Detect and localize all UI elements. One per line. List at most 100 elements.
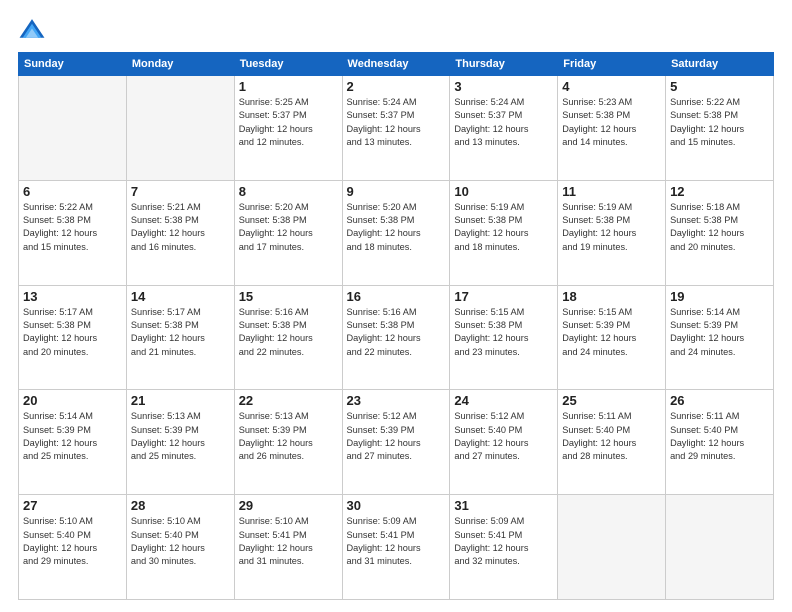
calendar-cell: 13 Sunrise: 5:17 AMSunset: 5:38 PMDayligh… bbox=[19, 285, 127, 390]
calendar-cell: 18 Sunrise: 5:15 AMSunset: 5:39 PMDayligh… bbox=[558, 285, 666, 390]
day-number: 9 bbox=[347, 184, 446, 199]
day-info: Sunrise: 5:22 AMSunset: 5:38 PMDaylight:… bbox=[23, 201, 122, 254]
day-info: Sunrise: 5:14 AMSunset: 5:39 PMDaylight:… bbox=[23, 410, 122, 463]
calendar-cell: 12 Sunrise: 5:18 AMSunset: 5:38 PMDayligh… bbox=[666, 180, 774, 285]
calendar-cell: 4 Sunrise: 5:23 AMSunset: 5:38 PMDaylight… bbox=[558, 76, 666, 181]
day-info: Sunrise: 5:09 AMSunset: 5:41 PMDaylight:… bbox=[454, 515, 553, 568]
calendar-cell: 1Sunrise: 5:25 AMSunset: 5:37 PMDaylight… bbox=[234, 76, 342, 181]
day-number: 5 bbox=[670, 79, 769, 94]
calendar-cell: 22 Sunrise: 5:13 AMSunset: 5:39 PMDayligh… bbox=[234, 390, 342, 495]
day-number: 23 bbox=[347, 393, 446, 408]
day-number: 1 bbox=[239, 79, 338, 94]
day-info: Sunrise: 5:19 AMSunset: 5:38 PMDaylight:… bbox=[562, 201, 661, 254]
day-number: 25 bbox=[562, 393, 661, 408]
calendar-cell: 31 Sunrise: 5:09 AMSunset: 5:41 PMDayligh… bbox=[450, 495, 558, 600]
week-row-4: 20Sunrise: 5:14 AMSunset: 5:39 PMDayligh… bbox=[19, 390, 774, 495]
calendar-cell: 14 Sunrise: 5:17 AMSunset: 5:38 PMDayligh… bbox=[126, 285, 234, 390]
day-info: Sunrise: 5:10 AMSunset: 5:40 PMDaylight:… bbox=[23, 515, 122, 568]
day-info: Sunrise: 5:15 AMSunset: 5:38 PMDaylight:… bbox=[454, 306, 553, 359]
calendar-cell: 8 Sunrise: 5:20 AMSunset: 5:38 PMDaylight… bbox=[234, 180, 342, 285]
day-number: 27 bbox=[23, 498, 122, 513]
page: SundayMondayTuesdayWednesdayThursdayFrid… bbox=[0, 0, 792, 612]
weekday-header-saturday: Saturday bbox=[666, 53, 774, 76]
day-info: Sunrise: 5:20 AMSunset: 5:38 PMDaylight:… bbox=[239, 201, 338, 254]
day-info: Sunrise: 5:14 AMSunset: 5:39 PMDaylight:… bbox=[670, 306, 769, 359]
header bbox=[18, 16, 774, 44]
calendar-cell: 26 Sunrise: 5:11 AMSunset: 5:40 PMDayligh… bbox=[666, 390, 774, 495]
day-number: 17 bbox=[454, 289, 553, 304]
weekday-header-thursday: Thursday bbox=[450, 53, 558, 76]
day-info: Sunrise: 5:10 AMSunset: 5:40 PMDaylight:… bbox=[131, 515, 230, 568]
calendar-cell: 17 Sunrise: 5:15 AMSunset: 5:38 PMDayligh… bbox=[450, 285, 558, 390]
day-info: Sunrise: 5:16 AMSunset: 5:38 PMDaylight:… bbox=[239, 306, 338, 359]
day-info: Sunrise: 5:11 AMSunset: 5:40 PMDaylight:… bbox=[562, 410, 661, 463]
day-info: Sunrise: 5:16 AMSunset: 5:38 PMDaylight:… bbox=[347, 306, 446, 359]
day-info: Sunrise: 5:19 AMSunset: 5:38 PMDaylight:… bbox=[454, 201, 553, 254]
calendar-cell: 19Sunrise: 5:14 AMSunset: 5:39 PMDayligh… bbox=[666, 285, 774, 390]
day-info: Sunrise: 5:09 AMSunset: 5:41 PMDaylight:… bbox=[347, 515, 446, 568]
calendar-cell: 21 Sunrise: 5:13 AMSunset: 5:39 PMDayligh… bbox=[126, 390, 234, 495]
day-info: Sunrise: 5:20 AMSunset: 5:38 PMDaylight:… bbox=[347, 201, 446, 254]
day-number: 14 bbox=[131, 289, 230, 304]
day-info: Sunrise: 5:13 AMSunset: 5:39 PMDaylight:… bbox=[131, 410, 230, 463]
day-info: Sunrise: 5:21 AMSunset: 5:38 PMDaylight:… bbox=[131, 201, 230, 254]
day-info: Sunrise: 5:17 AMSunset: 5:38 PMDaylight:… bbox=[131, 306, 230, 359]
day-number: 29 bbox=[239, 498, 338, 513]
day-number: 21 bbox=[131, 393, 230, 408]
day-info: Sunrise: 5:24 AMSunset: 5:37 PMDaylight:… bbox=[454, 96, 553, 149]
calendar-cell: 23 Sunrise: 5:12 AMSunset: 5:39 PMDayligh… bbox=[342, 390, 450, 495]
day-number: 28 bbox=[131, 498, 230, 513]
day-info: Sunrise: 5:15 AMSunset: 5:39 PMDaylight:… bbox=[562, 306, 661, 359]
day-info: Sunrise: 5:11 AMSunset: 5:40 PMDaylight:… bbox=[670, 410, 769, 463]
day-number: 18 bbox=[562, 289, 661, 304]
day-number: 8 bbox=[239, 184, 338, 199]
logo-icon bbox=[18, 16, 46, 44]
day-number: 3 bbox=[454, 79, 553, 94]
day-info: Sunrise: 5:12 AMSunset: 5:39 PMDaylight:… bbox=[347, 410, 446, 463]
calendar-cell: 16 Sunrise: 5:16 AMSunset: 5:38 PMDayligh… bbox=[342, 285, 450, 390]
week-row-5: 27 Sunrise: 5:10 AMSunset: 5:40 PMDayligh… bbox=[19, 495, 774, 600]
calendar-cell: 29 Sunrise: 5:10 AMSunset: 5:41 PMDayligh… bbox=[234, 495, 342, 600]
calendar-cell: 10 Sunrise: 5:19 AMSunset: 5:38 PMDayligh… bbox=[450, 180, 558, 285]
day-number: 22 bbox=[239, 393, 338, 408]
calendar-cell: 6 Sunrise: 5:22 AMSunset: 5:38 PMDaylight… bbox=[19, 180, 127, 285]
weekday-header-tuesday: Tuesday bbox=[234, 53, 342, 76]
day-info: Sunrise: 5:12 AMSunset: 5:40 PMDaylight:… bbox=[454, 410, 553, 463]
calendar-cell: 11Sunrise: 5:19 AMSunset: 5:38 PMDayligh… bbox=[558, 180, 666, 285]
day-number: 12 bbox=[670, 184, 769, 199]
day-number: 16 bbox=[347, 289, 446, 304]
calendar-cell: 27 Sunrise: 5:10 AMSunset: 5:40 PMDayligh… bbox=[19, 495, 127, 600]
weekday-header-sunday: Sunday bbox=[19, 53, 127, 76]
calendar-cell: 20Sunrise: 5:14 AMSunset: 5:39 PMDayligh… bbox=[19, 390, 127, 495]
day-number: 4 bbox=[562, 79, 661, 94]
calendar-cell: 15Sunrise: 5:16 AMSunset: 5:38 PMDayligh… bbox=[234, 285, 342, 390]
day-number: 13 bbox=[23, 289, 122, 304]
day-number: 6 bbox=[23, 184, 122, 199]
calendar-cell bbox=[126, 76, 234, 181]
day-number: 24 bbox=[454, 393, 553, 408]
weekday-header-friday: Friday bbox=[558, 53, 666, 76]
calendar-cell bbox=[558, 495, 666, 600]
day-number: 26 bbox=[670, 393, 769, 408]
calendar-cell: 25 Sunrise: 5:11 AMSunset: 5:40 PMDayligh… bbox=[558, 390, 666, 495]
week-row-1: 1Sunrise: 5:25 AMSunset: 5:37 PMDaylight… bbox=[19, 76, 774, 181]
calendar-cell: 24 Sunrise: 5:12 AMSunset: 5:40 PMDayligh… bbox=[450, 390, 558, 495]
day-info: Sunrise: 5:10 AMSunset: 5:41 PMDaylight:… bbox=[239, 515, 338, 568]
day-info: Sunrise: 5:13 AMSunset: 5:39 PMDaylight:… bbox=[239, 410, 338, 463]
week-row-2: 6 Sunrise: 5:22 AMSunset: 5:38 PMDaylight… bbox=[19, 180, 774, 285]
day-info: Sunrise: 5:23 AMSunset: 5:38 PMDaylight:… bbox=[562, 96, 661, 149]
week-row-3: 13 Sunrise: 5:17 AMSunset: 5:38 PMDayligh… bbox=[19, 285, 774, 390]
calendar-cell: 9 Sunrise: 5:20 AMSunset: 5:38 PMDaylight… bbox=[342, 180, 450, 285]
day-info: Sunrise: 5:17 AMSunset: 5:38 PMDaylight:… bbox=[23, 306, 122, 359]
day-number: 31 bbox=[454, 498, 553, 513]
day-number: 10 bbox=[454, 184, 553, 199]
calendar-cell bbox=[19, 76, 127, 181]
calendar-cell: 28 Sunrise: 5:10 AMSunset: 5:40 PMDayligh… bbox=[126, 495, 234, 600]
day-info: Sunrise: 5:24 AMSunset: 5:37 PMDaylight:… bbox=[347, 96, 446, 149]
calendar-cell: 3 Sunrise: 5:24 AMSunset: 5:37 PMDaylight… bbox=[450, 76, 558, 181]
calendar-table: SundayMondayTuesdayWednesdayThursdayFrid… bbox=[18, 52, 774, 600]
logo bbox=[18, 16, 50, 44]
calendar-cell: 7Sunrise: 5:21 AMSunset: 5:38 PMDaylight… bbox=[126, 180, 234, 285]
day-number: 30 bbox=[347, 498, 446, 513]
day-info: Sunrise: 5:18 AMSunset: 5:38 PMDaylight:… bbox=[670, 201, 769, 254]
